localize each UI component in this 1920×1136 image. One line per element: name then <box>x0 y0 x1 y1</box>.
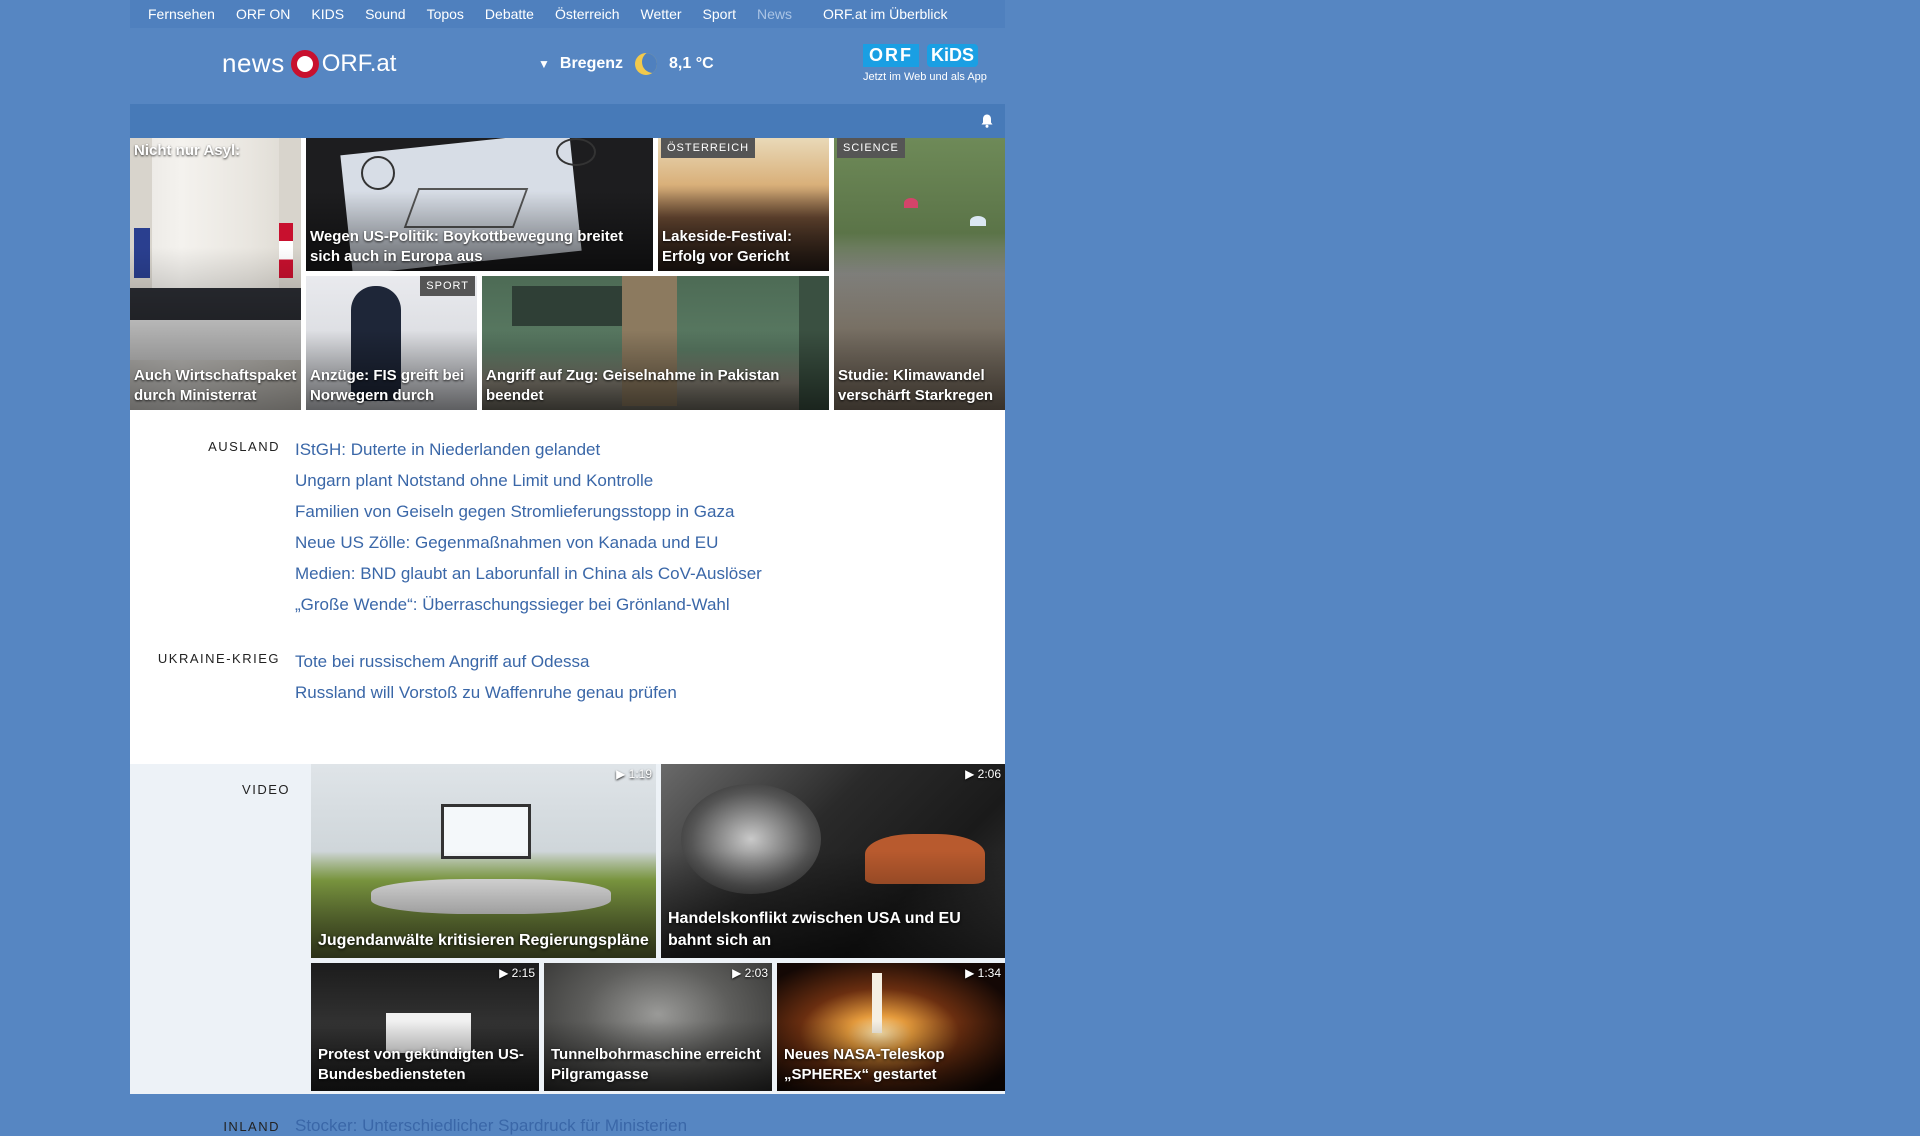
teaser-caption: Anzüge: FIS greift bei Norwegern durch <box>310 367 465 404</box>
section-ukraine-krieg: UKRAINE-KRIEG Tote bei russischem Angrif… <box>130 646 1005 708</box>
umbrella-shape <box>904 198 918 208</box>
seal-drawing-shape <box>361 156 395 190</box>
headline-link[interactable]: Stocker: Unterschiedlicher Spardruck für… <box>295 1116 687 1136</box>
headline-link[interactable]: IStGH: Duterte in Niederlanden gelandet <box>295 434 762 465</box>
headline-link[interactable]: Ungarn plant Notstand ohne Limit und Kon… <box>295 465 762 496</box>
nav-wetter[interactable]: Wetter <box>641 6 682 22</box>
news-orf-logo[interactable]: news ORF.at <box>222 48 396 79</box>
teaser-ministerrat[interactable]: Nicht nur Asyl: Auch Wirtschaftspaket du… <box>130 138 301 410</box>
orf-kids-logo-orf: ORF <box>863 44 919 67</box>
video-tile[interactable]: ▶ 1:19 Jugendanwälte kritisieren Regieru… <box>311 764 656 958</box>
teaser-caption: Studie: Klimawandel verschärft Starkrege… <box>838 367 994 404</box>
video-duration: ▶ 2:03 <box>732 966 768 980</box>
weather-widget[interactable]: ▼ Bregenz 8,1 °C <box>538 53 714 75</box>
teaser-grid: Nicht nur Asyl: Auch Wirtschaftspaket du… <box>130 138 1005 410</box>
nav-topos[interactable]: Topos <box>427 6 464 22</box>
category-badge: SPORT <box>420 276 475 296</box>
orf-kids-tagline: Jetzt im Web und als App <box>863 71 987 83</box>
headline-link[interactable]: Familien von Geiseln gegen Stromlieferun… <box>295 496 762 527</box>
logo-orf-text: ORF.at <box>321 49 397 77</box>
video-section: VIDEO ▶ 1:19 Jugendanwälte kritisieren R… <box>130 764 1005 1094</box>
teaser-caption: Lakeside-Festival: Erfolg vor Gericht <box>662 228 793 265</box>
headline-link[interactable]: Medien: BND glaubt an Laborunfall in Chi… <box>295 558 762 589</box>
teaser-klimawandel[interactable]: SCIENCE Studie: Klimawandel verschärft S… <box>834 138 1005 410</box>
weather-city: Bregenz <box>559 55 624 72</box>
video-tile[interactable]: ▶ 2:15 Protest von gekündigten US-Bundes… <box>311 963 539 1091</box>
video-duration: ▶ 2:06 <box>965 767 1001 781</box>
section-label: INLAND <box>223 1119 280 1134</box>
orf-kids-logo-kids: KiDS <box>927 44 979 67</box>
teaser-fis[interactable]: SPORT Anzüge: FIS greift bei Norwegern d… <box>306 276 477 410</box>
video-duration: ▶ 2:15 <box>499 966 535 980</box>
video-caption: Protest von gekündigten US-Bundesbediens… <box>318 1046 524 1083</box>
logo-news-text: news <box>222 48 285 78</box>
teaser-caption: Auch Wirtschaftspaket durch Ministerrat <box>134 367 297 404</box>
train-window-shape <box>512 286 622 326</box>
video-caption: Tunnelbohrmaschine erreicht Pilgramgasse <box>551 1046 761 1083</box>
dropdown-triangle-icon: ▼ <box>538 57 550 71</box>
section-label: VIDEO <box>242 782 290 797</box>
nav-debatte[interactable]: Debatte <box>485 6 534 22</box>
weather-temperature: 8,1 °C <box>669 55 714 72</box>
video-duration: ▶ 1:19 <box>616 767 652 781</box>
top-navigation: Fernsehen ORF ON KIDS Sound Topos Debatt… <box>130 0 1005 28</box>
headline-list: IStGH: Duterte in Niederlanden gelandet … <box>295 434 762 620</box>
category-badge: SCIENCE <box>837 138 905 158</box>
bell-icon[interactable] <box>981 114 993 128</box>
video-caption: Jugendanwälte kritisieren Regierungsplän… <box>318 932 649 949</box>
video-tile[interactable]: ▶ 2:06 Handelskonflikt zwischen USA und … <box>661 764 1005 958</box>
news-lists: AUSLAND IStGH: Duterte in Niederlanden g… <box>130 410 1005 1135</box>
video-caption: Neues NASA-Teleskop „SPHEREx“ gestartet <box>784 1046 945 1083</box>
video-tile[interactable]: ▶ 2:03 Tunnelbohrmaschine erreicht Pilgr… <box>544 963 772 1091</box>
teaser-lakeside[interactable]: ÖSTERREICH Lakeside-Festival: Erfolg vor… <box>658 138 829 271</box>
orf-eye-icon <box>290 49 319 78</box>
nav-orf-on[interactable]: ORF ON <box>236 6 290 22</box>
video-caption: Handelskonflikt zwischen USA und EU bahn… <box>668 910 961 949</box>
nav-sound[interactable]: Sound <box>365 6 405 22</box>
teaser-boykott[interactable]: Wegen US-Politik: Boykottbewegung breite… <box>306 138 653 271</box>
orf-kids-promo[interactable]: ORF KiDS Jetzt im Web und als App <box>863 44 1003 83</box>
section-label: UKRAINE-KRIEG <box>157 651 280 666</box>
section-ausland: AUSLAND IStGH: Duterte in Niederlanden g… <box>130 434 1005 620</box>
category-badge: ÖSTERREICH <box>661 138 756 158</box>
headline-list: Tote bei russischem Angriff auf Odessa R… <box>295 646 677 708</box>
teaser-top-label: Nicht nur Asyl: <box>134 142 241 159</box>
nav-kids[interactable]: KIDS <box>311 6 344 22</box>
moon-icon <box>635 53 658 75</box>
teaser-caption: Wegen US-Politik: Boykottbewegung breite… <box>310 228 624 265</box>
nav-overview[interactable]: ORF.at im Überblick <box>823 6 947 22</box>
video-tile[interactable]: ▶ 1:34 Neues NASA-Teleskop „SPHEREx“ ges… <box>777 963 1005 1091</box>
headline-link[interactable]: „Große Wende“: Überraschungssieger bei G… <box>295 589 762 620</box>
nav-news[interactable]: News <box>757 6 792 22</box>
teaser-pakistan[interactable]: Angriff auf Zug: Geiselnahme in Pakistan… <box>482 276 829 410</box>
nav-oesterreich[interactable]: Österreich <box>555 6 620 22</box>
nav-fernsehen[interactable]: Fernsehen <box>148 6 215 22</box>
headline-link[interactable]: Tote bei russischem Angriff auf Odessa <box>295 646 677 677</box>
headline-link[interactable]: Neue US Zölle: Gegenmaßnahmen von Kanada… <box>295 527 762 558</box>
site-header: news ORF.at ▼ Bregenz 8,1 °C ORF KiDS Je… <box>130 28 1005 104</box>
seal-drawing-shape <box>556 138 596 166</box>
nav-sport[interactable]: Sport <box>703 6 736 22</box>
section-label: AUSLAND <box>208 439 280 454</box>
page: Fernsehen ORF ON KIDS Sound Topos Debatt… <box>130 0 1005 1135</box>
sub-bar <box>130 104 1005 138</box>
headline-link[interactable]: Russland will Vorstoß zu Waffenruhe gena… <box>295 677 677 708</box>
video-duration: ▶ 1:34 <box>965 966 1001 980</box>
section-inland: INLAND Stocker: Unterschiedlicher Spardr… <box>130 1116 687 1136</box>
umbrella-shape <box>970 216 986 226</box>
teaser-caption: Angriff auf Zug: Geiselnahme in Pakistan… <box>486 367 780 404</box>
